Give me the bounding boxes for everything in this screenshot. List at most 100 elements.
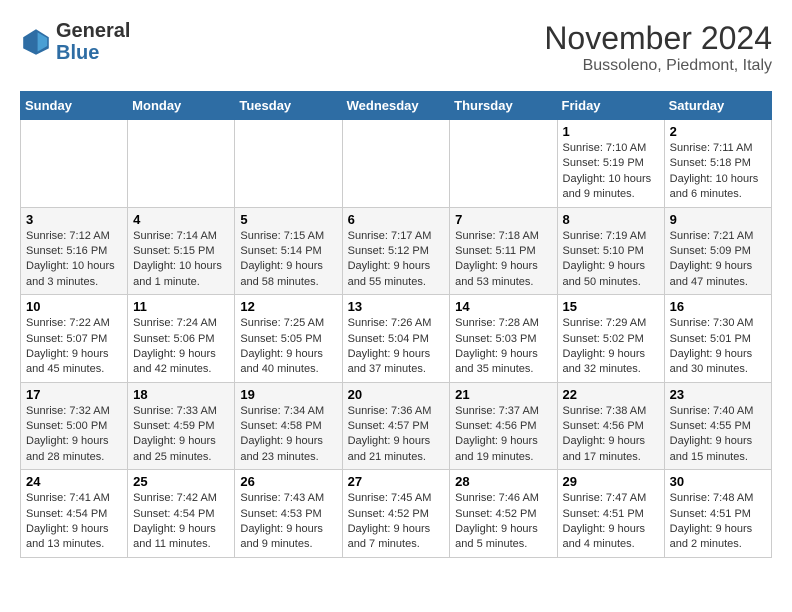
logo-icon — [20, 26, 52, 58]
calendar-cell — [450, 120, 557, 208]
day-number: 21 — [455, 387, 551, 402]
day-number: 27 — [348, 474, 445, 489]
logo-general: General — [56, 20, 130, 42]
day-number: 26 — [240, 474, 336, 489]
day-info: Sunrise: 7:10 AM Sunset: 5:19 PM Dayligh… — [563, 141, 659, 203]
day-number: 5 — [240, 212, 336, 227]
day-info: Sunrise: 7:28 AM Sunset: 5:03 PM Dayligh… — [455, 316, 551, 378]
day-number: 6 — [348, 212, 445, 227]
day-number: 2 — [670, 124, 766, 139]
day-number: 14 — [455, 299, 551, 314]
col-header-monday: Monday — [128, 92, 235, 120]
col-header-wednesday: Wednesday — [342, 92, 450, 120]
calendar-cell: 29 Sunrise: 7:47 AM Sunset: 4:51 PM Dayli… — [557, 470, 664, 558]
day-number: 11 — [133, 299, 229, 314]
col-header-friday: Friday — [557, 92, 664, 120]
day-number: 17 — [26, 387, 122, 402]
day-number: 10 — [26, 299, 122, 314]
calendar-cell — [342, 120, 450, 208]
calendar-cell: 30 Sunrise: 7:48 AM Sunset: 4:51 PM Dayli… — [664, 470, 771, 558]
calendar-cell: 2 Sunrise: 7:11 AM Sunset: 5:18 PM Daylig… — [664, 120, 771, 208]
day-number: 16 — [670, 299, 766, 314]
day-number: 28 — [455, 474, 551, 489]
day-number: 3 — [26, 212, 122, 227]
logo-blue: Blue — [56, 42, 130, 64]
day-number: 20 — [348, 387, 445, 402]
calendar-cell: 12 Sunrise: 7:25 AM Sunset: 5:05 PM Dayli… — [235, 295, 342, 383]
col-header-sunday: Sunday — [21, 92, 128, 120]
day-info: Sunrise: 7:32 AM Sunset: 5:00 PM Dayligh… — [26, 404, 122, 466]
calendar-cell: 7 Sunrise: 7:18 AM Sunset: 5:11 PM Daylig… — [450, 207, 557, 295]
calendar-cell: 13Sunrise: 7:26 AM Sunset: 5:04 PM Dayli… — [342, 295, 450, 383]
month-year: November 2024 — [544, 20, 772, 57]
day-info: Sunrise: 7:42 AM Sunset: 4:54 PM Dayligh… — [133, 491, 229, 553]
calendar-cell: 10 Sunrise: 7:22 AM Sunset: 5:07 PM Dayli… — [21, 295, 128, 383]
day-info: Sunrise: 7:17 AM Sunset: 5:12 PM Dayligh… — [348, 229, 445, 291]
day-info: Sunrise: 7:46 AM Sunset: 4:52 PM Dayligh… — [455, 491, 551, 553]
calendar-cell: 19 Sunrise: 7:34 AM Sunset: 4:58 PM Dayli… — [235, 382, 342, 470]
day-info: Sunrise: 7:41 AM Sunset: 4:54 PM Dayligh… — [26, 491, 122, 553]
calendar-cell — [21, 120, 128, 208]
calendar-cell: 9 Sunrise: 7:21 AM Sunset: 5:09 PM Daylig… — [664, 207, 771, 295]
day-info: Sunrise: 7:22 AM Sunset: 5:07 PM Dayligh… — [26, 316, 122, 378]
day-info: Sunrise: 7:24 AM Sunset: 5:06 PM Dayligh… — [133, 316, 229, 378]
calendar-cell: 8 Sunrise: 7:19 AM Sunset: 5:10 PM Daylig… — [557, 207, 664, 295]
day-number: 29 — [563, 474, 659, 489]
calendar-cell — [235, 120, 342, 208]
day-info: Sunrise: 7:37 AM Sunset: 4:56 PM Dayligh… — [455, 404, 551, 466]
day-number: 30 — [670, 474, 766, 489]
calendar-cell: 16Sunrise: 7:30 AM Sunset: 5:01 PM Dayli… — [664, 295, 771, 383]
day-info: Sunrise: 7:48 AM Sunset: 4:51 PM Dayligh… — [670, 491, 766, 553]
day-info: Sunrise: 7:15 AM Sunset: 5:14 PM Dayligh… — [240, 229, 336, 291]
day-info: Sunrise: 7:33 AM Sunset: 4:59 PM Dayligh… — [133, 404, 229, 466]
day-number: 23 — [670, 387, 766, 402]
day-number: 4 — [133, 212, 229, 227]
day-number: 1 — [563, 124, 659, 139]
col-header-tuesday: Tuesday — [235, 92, 342, 120]
calendar-cell: 5 Sunrise: 7:15 AM Sunset: 5:14 PM Daylig… — [235, 207, 342, 295]
day-number: 25 — [133, 474, 229, 489]
day-info: Sunrise: 7:36 AM Sunset: 4:57 PM Dayligh… — [348, 404, 445, 466]
day-number: 8 — [563, 212, 659, 227]
title-block: November 2024 Bussoleno, Piedmont, Italy — [544, 20, 772, 75]
day-info: Sunrise: 7:11 AM Sunset: 5:18 PM Dayligh… — [670, 141, 766, 203]
day-info: Sunrise: 7:47 AM Sunset: 4:51 PM Dayligh… — [563, 491, 659, 553]
day-info: Sunrise: 7:12 AM Sunset: 5:16 PM Dayligh… — [26, 229, 122, 291]
day-info: Sunrise: 7:34 AM Sunset: 4:58 PM Dayligh… — [240, 404, 336, 466]
calendar-cell: 17 Sunrise: 7:32 AM Sunset: 5:00 PM Dayli… — [21, 382, 128, 470]
calendar-cell: 27 Sunrise: 7:45 AM Sunset: 4:52 PM Dayli… — [342, 470, 450, 558]
day-info: Sunrise: 7:19 AM Sunset: 5:10 PM Dayligh… — [563, 229, 659, 291]
day-info: Sunrise: 7:38 AM Sunset: 4:56 PM Dayligh… — [563, 404, 659, 466]
day-info: Sunrise: 7:29 AM Sunset: 5:02 PM Dayligh… — [563, 316, 659, 378]
day-number: 24 — [26, 474, 122, 489]
calendar-table: SundayMondayTuesdayWednesdayThursdayFrid… — [20, 91, 772, 558]
day-info: Sunrise: 7:14 AM Sunset: 5:15 PM Dayligh… — [133, 229, 229, 291]
calendar-cell: 3 Sunrise: 7:12 AM Sunset: 5:16 PM Daylig… — [21, 207, 128, 295]
calendar-cell: 25 Sunrise: 7:42 AM Sunset: 4:54 PM Dayli… — [128, 470, 235, 558]
day-info: Sunrise: 7:45 AM Sunset: 4:52 PM Dayligh… — [348, 491, 445, 553]
day-info: Sunrise: 7:21 AM Sunset: 5:09 PM Dayligh… — [670, 229, 766, 291]
col-header-thursday: Thursday — [450, 92, 557, 120]
day-number: 9 — [670, 212, 766, 227]
calendar-cell: 4 Sunrise: 7:14 AM Sunset: 5:15 PM Daylig… — [128, 207, 235, 295]
calendar-cell: 1 Sunrise: 7:10 AM Sunset: 5:19 PM Daylig… — [557, 120, 664, 208]
calendar-cell: 24 Sunrise: 7:41 AM Sunset: 4:54 PM Dayli… — [21, 470, 128, 558]
calendar-cell: 26 Sunrise: 7:43 AM Sunset: 4:53 PM Dayli… — [235, 470, 342, 558]
day-number: 15 — [563, 299, 659, 314]
day-info: Sunrise: 7:25 AM Sunset: 5:05 PM Dayligh… — [240, 316, 336, 378]
day-number: 18 — [133, 387, 229, 402]
day-number: 19 — [240, 387, 336, 402]
calendar-cell: 20 Sunrise: 7:36 AM Sunset: 4:57 PM Dayli… — [342, 382, 450, 470]
day-info: Sunrise: 7:40 AM Sunset: 4:55 PM Dayligh… — [670, 404, 766, 466]
day-info: Sunrise: 7:18 AM Sunset: 5:11 PM Dayligh… — [455, 229, 551, 291]
day-info: Sunrise: 7:26 AM Sunset: 5:04 PM Dayligh… — [348, 316, 445, 378]
day-number: 7 — [455, 212, 551, 227]
calendar-cell: 18 Sunrise: 7:33 AM Sunset: 4:59 PM Dayli… — [128, 382, 235, 470]
day-number: 12 — [240, 299, 336, 314]
calendar-cell — [128, 120, 235, 208]
calendar-cell: 11 Sunrise: 7:24 AM Sunset: 5:06 PM Dayli… — [128, 295, 235, 383]
day-number: 22 — [563, 387, 659, 402]
page-header: General Blue November 2024 Bussoleno, Pi… — [20, 20, 772, 75]
day-info: Sunrise: 7:43 AM Sunset: 4:53 PM Dayligh… — [240, 491, 336, 553]
calendar-cell: 6 Sunrise: 7:17 AM Sunset: 5:12 PM Daylig… — [342, 207, 450, 295]
